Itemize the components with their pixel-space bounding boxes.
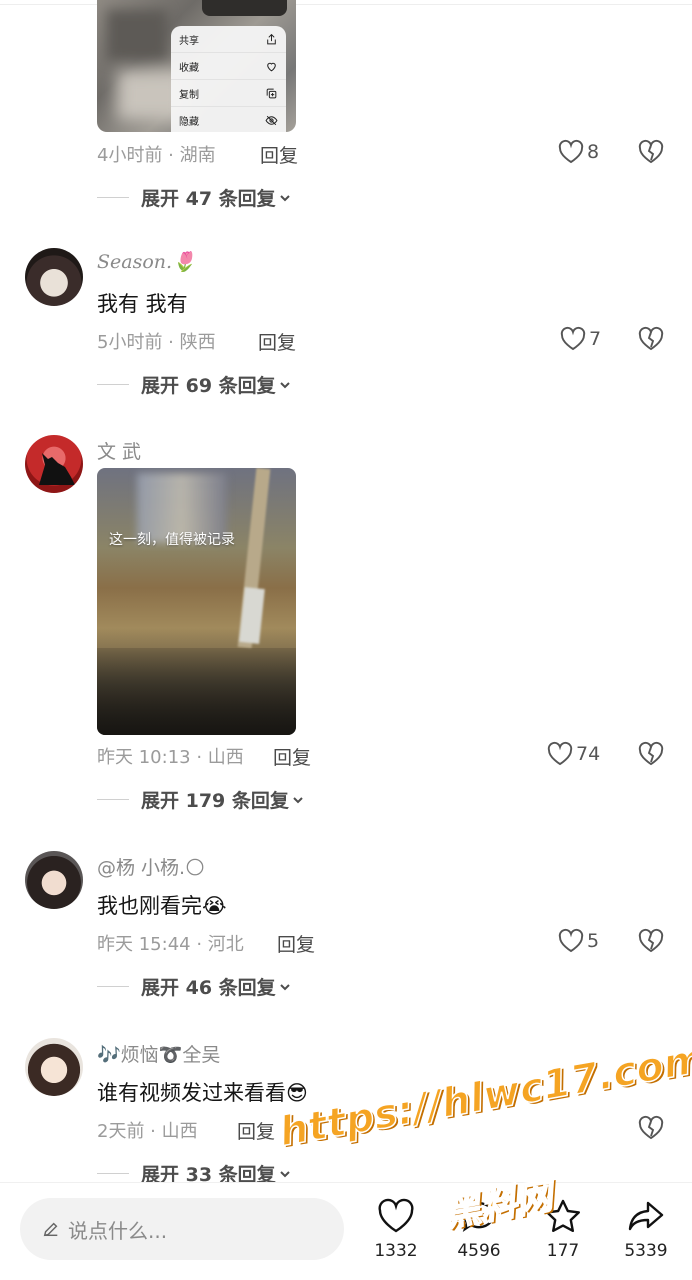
divider-dash: [97, 384, 129, 385]
expand-replies-label: 展开 46 条回复: [141, 977, 276, 999]
comment-meta: 5小时前 · 陕西: [97, 332, 216, 353]
like-count: 74: [576, 743, 601, 765]
reply-button[interactable]: 回复: [273, 743, 311, 770]
share-arrow-icon: [628, 1201, 664, 1231]
context-menu-label: 复制: [179, 89, 199, 101]
broken-heart-icon[interactable]: [637, 1115, 665, 1141]
context-menu-favorite[interactable]: 收藏: [171, 53, 286, 80]
expand-replies-label: 展开 69 条回复: [141, 375, 276, 397]
share-post-button[interactable]: 5339: [611, 1197, 681, 1261]
wolf-silhouette-icon: [39, 453, 75, 485]
reply-button[interactable]: 回复: [258, 328, 296, 355]
comment-meta: 昨天 10:13 · 山西: [97, 747, 244, 768]
like-count: 1332: [374, 1241, 418, 1261]
username[interactable]: 🎶烦恼➰全吴: [97, 1040, 220, 1067]
divider-dash: [97, 1173, 129, 1174]
heart-icon: [378, 1198, 414, 1233]
eye-off-icon: [265, 115, 278, 126]
comment-text: 谁有视频发过来看看😎: [97, 1081, 308, 1105]
expand-replies-label: 展开 179 条回复: [141, 790, 289, 812]
like-count: 7: [589, 328, 602, 350]
pencil-icon: [43, 1222, 58, 1237]
reply-button[interactable]: 回复: [260, 141, 298, 168]
share-icon: [267, 33, 276, 44]
comment-text: 我也刚看完😭: [97, 894, 227, 918]
like-button[interactable]: 74: [546, 741, 600, 767]
share-count: 5339: [624, 1241, 668, 1261]
like-count: 5: [587, 930, 600, 952]
comment-input-placeholder: 说点什么...: [68, 1218, 168, 1243]
comment-meta: 昨天 15:44 · 河北: [97, 934, 244, 955]
heart-outline-icon: [558, 139, 584, 164]
like-count: 8: [587, 141, 600, 163]
username[interactable]: @杨 小杨.🌕: [97, 853, 205, 880]
comment-text: 我有 我有: [97, 292, 188, 316]
expand-replies-button[interactable]: 展开 47 条回复: [97, 184, 292, 211]
username[interactable]: 文 武: [97, 437, 141, 464]
broken-heart-icon[interactable]: [637, 139, 665, 165]
context-menu-hide[interactable]: 隐藏: [171, 107, 286, 134]
heart-outline-icon: [560, 326, 586, 351]
chevron-down-icon: [279, 983, 290, 990]
avatar[interactable]: [25, 851, 83, 909]
divider-dash: [97, 986, 129, 987]
heart-outline-icon: [547, 741, 573, 766]
avatar[interactable]: [25, 248, 83, 306]
favorite-count: 177: [546, 1241, 580, 1261]
copy-icon: [266, 88, 277, 98]
avatar[interactable]: [25, 1038, 83, 1096]
expand-replies-button[interactable]: 展开 179 条回复: [97, 786, 305, 813]
comment-count: 4596: [457, 1241, 501, 1261]
username[interactable]: Season.🌷: [97, 250, 196, 273]
expand-replies-button[interactable]: 展开 46 条回复: [97, 973, 292, 1000]
context-menu-copy[interactable]: 复制: [171, 80, 286, 107]
bottom-action-bar: 说点什么... 1332 4596 177 5339: [0, 1182, 692, 1280]
reply-button[interactable]: 回复: [277, 930, 315, 957]
like-button[interactable]: 7: [559, 326, 601, 352]
context-menu-label: 共享: [179, 35, 199, 47]
chevron-down-icon: [293, 796, 303, 803]
broken-heart-icon[interactable]: [637, 741, 665, 767]
comment-input[interactable]: 说点什么...: [20, 1198, 344, 1260]
like-button[interactable]: 8: [557, 139, 599, 165]
heart-icon: [267, 62, 276, 71]
comment-meta: 2天前 · 山西: [97, 1121, 198, 1142]
expand-replies-label: 展开 47 条回复: [141, 188, 276, 210]
context-menu-share[interactable]: 共享: [171, 26, 286, 53]
chevron-down-icon: [279, 194, 290, 201]
context-menu: 共享 收藏 复制 隐藏: [171, 26, 286, 132]
video-caption: 这一刻，值得被记录: [109, 532, 235, 548]
broken-heart-icon[interactable]: [637, 928, 665, 954]
like-post-button[interactable]: 1332: [361, 1197, 431, 1261]
context-menu-label: 收藏: [179, 62, 199, 74]
broken-heart-icon[interactable]: [637, 326, 665, 352]
watermark-url: https://hlwc17.com: [275, 1035, 692, 1157]
video-thumbnail[interactable]: 这一刻，值得被记录: [97, 468, 296, 735]
chevron-down-icon: [279, 381, 290, 388]
reply-button[interactable]: 回复: [237, 1117, 275, 1144]
comment-meta: 4小时前 · 湖南: [97, 145, 216, 166]
avatar[interactable]: [25, 435, 83, 493]
divider-dash: [97, 197, 129, 198]
heart-outline-icon: [558, 928, 584, 953]
divider-dash: [97, 799, 129, 800]
expand-replies-button[interactable]: 展开 69 条回复: [97, 371, 292, 398]
context-menu-label: 隐藏: [179, 117, 199, 128]
like-button[interactable]: 5: [557, 928, 599, 954]
chevron-down-icon: [279, 1170, 290, 1177]
